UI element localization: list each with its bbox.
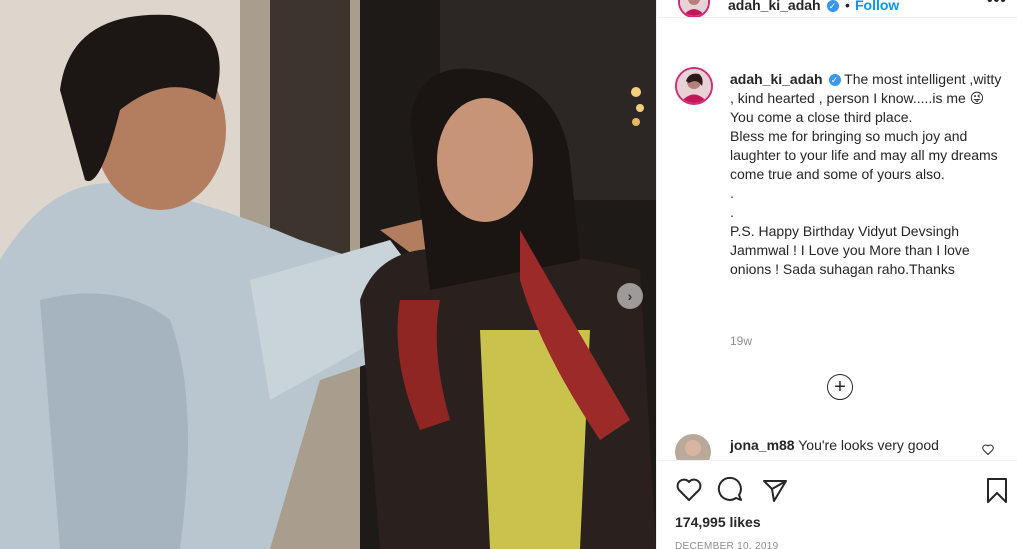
caption-line: Bless me for bringing so much joy and la… [730, 128, 998, 182]
plus-circle-icon: + [834, 375, 846, 398]
author-username[interactable]: adah_ki_adah ✓ [728, 0, 839, 13]
caption-age[interactable]: 19w [730, 334, 752, 348]
post-image[interactable]: › [0, 0, 656, 549]
share-button[interactable] [761, 476, 789, 504]
caption-line: . [730, 204, 734, 220]
verified-badge-icon: ✓ [826, 0, 839, 12]
post-header: adah_ki_adah ✓ • Follow ••• [657, 0, 1017, 18]
caption-line: . [730, 185, 734, 201]
header-divider [657, 17, 1017, 18]
follow-button[interactable]: Follow [855, 0, 899, 13]
share-icon [763, 480, 787, 502]
load-more-comments-button[interactable]: + [827, 374, 853, 400]
caption-line: You come a close third place. [730, 109, 913, 125]
bookmark-icon [987, 478, 1007, 503]
caption-author-avatar[interactable] [675, 67, 713, 105]
post-photo-illustration [0, 0, 656, 549]
comment-username[interactable]: jona_m88 [730, 437, 795, 453]
heart-outline-icon[interactable] [982, 444, 994, 458]
post-actions: 174,995 likes DECEMBER 10, 2019 [657, 460, 1017, 549]
caption-username[interactable]: adah_ki_adah [730, 71, 823, 87]
chevron-right-icon: › [627, 288, 633, 304]
comment-icon [717, 476, 742, 501]
post-sidebar: adah_ki_adah ✓ • Follow ••• adah_ki_adah… [656, 0, 1017, 549]
header-separator: • [845, 0, 850, 13]
post-date[interactable]: DECEMBER 10, 2019 [675, 541, 778, 549]
author-avatar[interactable] [678, 0, 710, 18]
caption-line: P.S. Happy Birthday Vidyut Devsingh Jamm… [730, 223, 970, 277]
likes-count[interactable]: 174,995 likes [675, 514, 761, 530]
like-button[interactable] [675, 476, 703, 504]
comment-text: You're looks very good [798, 437, 939, 453]
carousel-next-button[interactable]: › [617, 283, 643, 309]
caption-line: adah_ki_adah ✓ The most intelligent ,wit… [730, 70, 1002, 108]
more-options-icon[interactable]: ••• [987, 0, 1007, 10]
comment-item: jona_m88 You're looks very good [730, 437, 939, 453]
verified-badge-icon: ✓ [828, 74, 841, 86]
heart-icon [676, 478, 702, 501]
comment-button[interactable] [717, 476, 745, 504]
post-caption: adah_ki_adah ✓ The most intelligent ,wit… [730, 70, 1002, 279]
save-button[interactable] [983, 476, 1011, 504]
